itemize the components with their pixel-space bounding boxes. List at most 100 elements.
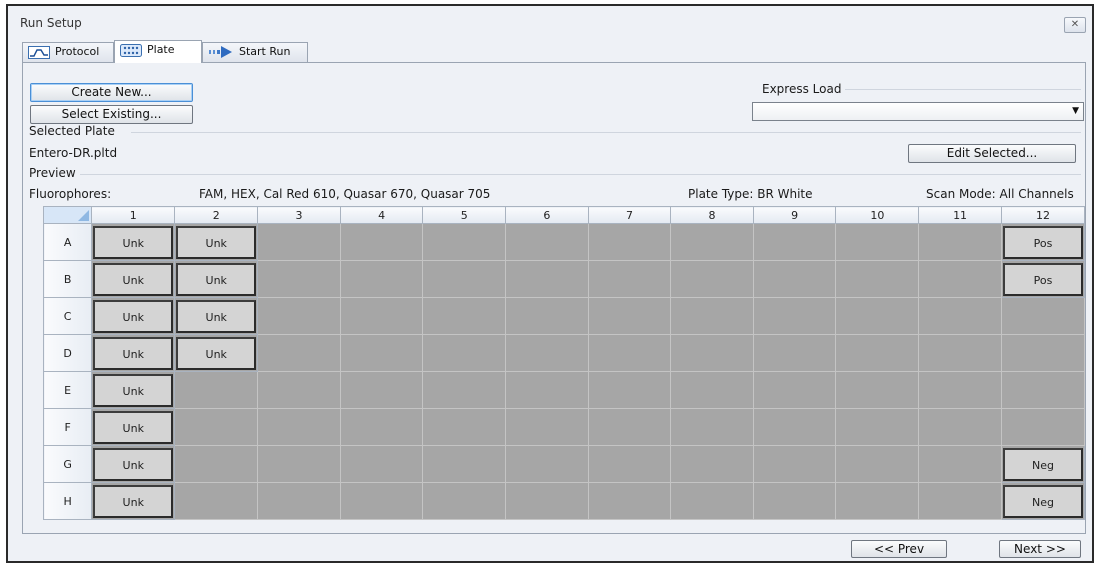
- plate-well[interactable]: [752, 260, 837, 298]
- plate-well[interactable]: [835, 223, 920, 261]
- plate-well[interactable]: [257, 260, 341, 298]
- plate-well[interactable]: Unk: [174, 223, 259, 261]
- row-header[interactable]: F: [42, 408, 93, 446]
- plate-well[interactable]: [505, 297, 589, 335]
- plate-well[interactable]: Unk: [91, 223, 176, 261]
- plate-well[interactable]: Unk: [174, 297, 259, 335]
- column-header[interactable]: 12: [1000, 206, 1086, 224]
- plate-well[interactable]: Neg: [1000, 482, 1086, 520]
- plate-well[interactable]: [835, 260, 920, 298]
- column-header[interactable]: 8: [670, 206, 754, 224]
- plate-well[interactable]: [1000, 297, 1086, 335]
- plate-well[interactable]: [587, 445, 672, 483]
- row-header[interactable]: C: [42, 297, 93, 335]
- plate-well[interactable]: [174, 445, 259, 483]
- plate-well[interactable]: [670, 482, 754, 520]
- plate-well[interactable]: [505, 445, 589, 483]
- plate-well[interactable]: [587, 297, 672, 335]
- plate-well[interactable]: [257, 371, 341, 409]
- plate-well[interactable]: [257, 334, 341, 372]
- plate-well[interactable]: [339, 260, 424, 298]
- plate-well[interactable]: Unk: [91, 297, 176, 335]
- plate-well[interactable]: [752, 371, 837, 409]
- plate-well[interactable]: [339, 445, 424, 483]
- tab-plate[interactable]: Plate: [114, 40, 202, 63]
- plate-well[interactable]: [835, 371, 920, 409]
- plate-well[interactable]: [422, 371, 507, 409]
- plate-well[interactable]: [670, 371, 754, 409]
- plate-well[interactable]: [752, 334, 837, 372]
- plate-well[interactable]: [587, 334, 672, 372]
- plate-well[interactable]: [174, 408, 259, 446]
- row-header[interactable]: H: [42, 482, 93, 520]
- row-header[interactable]: G: [42, 445, 93, 483]
- plate-well[interactable]: [587, 260, 672, 298]
- plate-well[interactable]: Unk: [91, 445, 176, 483]
- plate-well[interactable]: Unk: [91, 482, 176, 520]
- plate-well[interactable]: Unk: [174, 334, 259, 372]
- plate-well[interactable]: [257, 297, 341, 335]
- plate-well[interactable]: [752, 408, 837, 446]
- plate-well[interactable]: [670, 334, 754, 372]
- plate-well[interactable]: Unk: [91, 260, 176, 298]
- plate-well[interactable]: [174, 482, 259, 520]
- plate-well[interactable]: [835, 408, 920, 446]
- column-header[interactable]: 3: [257, 206, 341, 224]
- plate-well[interactable]: [835, 334, 920, 372]
- tab-start-run[interactable]: Start Run: [202, 42, 308, 62]
- plate-well[interactable]: [257, 408, 341, 446]
- plate-well[interactable]: [422, 445, 507, 483]
- plate-well[interactable]: [339, 408, 424, 446]
- plate-well[interactable]: [257, 445, 341, 483]
- plate-well[interactable]: [670, 408, 754, 446]
- plate-well[interactable]: [918, 445, 1002, 483]
- plate-well[interactable]: [422, 260, 507, 298]
- edit-selected-button[interactable]: Edit Selected...: [908, 144, 1076, 163]
- column-header[interactable]: 9: [752, 206, 837, 224]
- plate-well[interactable]: Unk: [174, 260, 259, 298]
- plate-well[interactable]: [918, 223, 1002, 261]
- plate-well[interactable]: [752, 482, 837, 520]
- row-header[interactable]: D: [42, 334, 93, 372]
- plate-well[interactable]: [918, 371, 1002, 409]
- plate-well[interactable]: [505, 482, 589, 520]
- plate-well[interactable]: [1000, 371, 1086, 409]
- plate-well[interactable]: Neg: [1000, 445, 1086, 483]
- plate-well[interactable]: [505, 408, 589, 446]
- plate-well[interactable]: [505, 223, 589, 261]
- plate-well[interactable]: [257, 482, 341, 520]
- column-header[interactable]: 2: [174, 206, 259, 224]
- prev-button[interactable]: << Prev: [851, 540, 947, 558]
- column-header[interactable]: 4: [339, 206, 424, 224]
- plate-well[interactable]: [752, 297, 837, 335]
- plate-well[interactable]: [918, 482, 1002, 520]
- plate-well[interactable]: [422, 223, 507, 261]
- plate-well[interactable]: [587, 408, 672, 446]
- plate-well[interactable]: [587, 482, 672, 520]
- plate-well[interactable]: [670, 445, 754, 483]
- plate-well[interactable]: [174, 371, 259, 409]
- column-header[interactable]: 1: [91, 206, 176, 224]
- plate-well[interactable]: Unk: [91, 371, 176, 409]
- row-header[interactable]: A: [42, 223, 93, 261]
- express-load-dropdown[interactable]: ▼: [752, 102, 1084, 121]
- plate-well[interactable]: [670, 223, 754, 261]
- create-new-button[interactable]: Create New...: [30, 83, 193, 102]
- plate-well[interactable]: [422, 297, 507, 335]
- row-header[interactable]: E: [42, 371, 93, 409]
- plate-well[interactable]: [505, 260, 589, 298]
- plate-well[interactable]: Unk: [91, 408, 176, 446]
- plate-well[interactable]: [670, 297, 754, 335]
- plate-well[interactable]: [1000, 334, 1086, 372]
- plate-well[interactable]: [587, 371, 672, 409]
- plate-well[interactable]: Pos: [1000, 260, 1086, 298]
- row-header[interactable]: B: [42, 260, 93, 298]
- plate-well[interactable]: [339, 334, 424, 372]
- column-header[interactable]: 7: [587, 206, 672, 224]
- plate-well[interactable]: [835, 445, 920, 483]
- next-button[interactable]: Next >>: [999, 540, 1081, 558]
- plate-well[interactable]: [752, 223, 837, 261]
- column-header[interactable]: 6: [505, 206, 589, 224]
- plate-well[interactable]: [835, 297, 920, 335]
- column-header[interactable]: 10: [835, 206, 920, 224]
